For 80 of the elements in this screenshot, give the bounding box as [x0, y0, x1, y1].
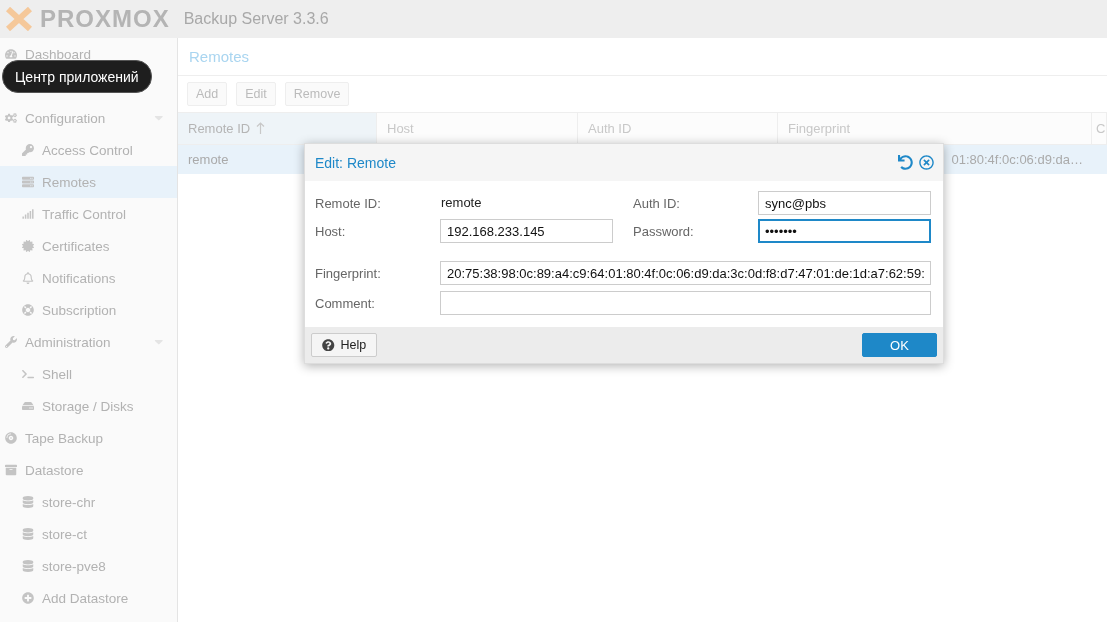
- sidebar-item-icon: [22, 528, 36, 540]
- reset-icon[interactable]: [898, 155, 913, 170]
- sidebar-item[interactable]: Storage / Disks: [0, 390, 177, 422]
- table-cell: remote: [188, 152, 229, 167]
- sidebar-item[interactable]: Datastore: [0, 454, 177, 486]
- sidebar-item[interactable]: Remotes: [0, 166, 177, 198]
- sidebar-item[interactable]: Tape Backup: [0, 422, 177, 454]
- sidebar-item[interactable]: Add Datastore: [0, 582, 177, 614]
- sidebar-item-label: Datastore: [25, 462, 84, 478]
- sidebar-item-label: Configuration: [25, 110, 106, 126]
- sidebar-item-icon: [5, 432, 19, 444]
- sidebar-item-label: Tape Backup: [25, 430, 104, 446]
- sidebar-item-label: Remotes: [42, 174, 97, 190]
- sidebar-item[interactable]: Notifications: [0, 262, 177, 294]
- sidebar-item-label: Administration: [25, 334, 111, 350]
- field-label: Comment:: [315, 295, 376, 311]
- sidebar-item[interactable]: Shell: [0, 358, 177, 390]
- help-icon: [322, 338, 335, 352]
- ok-button[interactable]: OK: [862, 333, 937, 357]
- sidebar-item[interactable]: Certificates: [0, 230, 177, 262]
- help-button[interactable]: Help: [311, 333, 378, 357]
- column-header[interactable]: Remote ID: [178, 113, 377, 144]
- sidebar-item-label: store-ct: [42, 526, 87, 542]
- sidebar-item-icon: [22, 144, 36, 156]
- field-label: Host:: [315, 223, 347, 239]
- sidebar-item[interactable]: Configuration: [0, 102, 177, 134]
- sidebar-item[interactable]: store-ct: [0, 518, 177, 550]
- sidebar-item-icon: [5, 48, 19, 60]
- sidebar-item-label: Dashboard: [25, 46, 92, 62]
- sidebar-item-label: Subscription: [42, 302, 117, 318]
- sidebar-item[interactable]: store-chr: [0, 486, 177, 518]
- sidebar-item[interactable]: Access Control: [0, 134, 177, 166]
- input-field[interactable]: •••••••: [758, 219, 931, 243]
- sidebar-item-icon: [22, 176, 36, 188]
- sidebar-item[interactable]: store-pve8: [0, 550, 177, 582]
- field-label: Auth ID:: [633, 195, 681, 211]
- sidebar-item-label: store-pve8: [42, 558, 106, 574]
- sidebar-item-icon: [22, 240, 36, 252]
- input-field[interactable]: [440, 291, 931, 315]
- sidebar-item-icon: [5, 112, 19, 124]
- panel-title: Remotes: [178, 38, 1107, 76]
- sidebar-item-label: Shell: [42, 366, 73, 382]
- sidebar-item-label: Access Control: [42, 142, 133, 158]
- logo-text: PROXMOX: [40, 5, 170, 33]
- sidebar-item-label: Storage / Disks: [42, 398, 134, 414]
- toolbar-button[interactable]: Edit: [236, 82, 276, 106]
- sidebar-item-label: store-chr: [42, 494, 96, 510]
- toolbar-button[interactable]: Remove: [284, 82, 350, 106]
- dialog-title: Edit: Remote: [315, 154, 397, 171]
- sidebar-item[interactable]: Administration: [0, 326, 177, 358]
- sidebar-item-icon: [22, 560, 36, 572]
- logo-x-icon: [6, 7, 32, 31]
- sidebar-item-icon: [22, 400, 36, 412]
- sidebar-item-label: Add Datastore: [42, 590, 129, 606]
- sidebar-item[interactable]: Traffic Control: [0, 198, 177, 230]
- sidebar-item-label: Traffic Control: [42, 206, 127, 222]
- sidebar-item-icon: [22, 592, 36, 604]
- field-label: Fingerprint:: [315, 265, 382, 281]
- sidebar-item-icon: [5, 336, 19, 348]
- sidebar-item[interactable]: Subscription: [0, 294, 177, 326]
- sort-arrow-icon: [256, 122, 266, 135]
- sidebar-item-label: Notifications: [42, 270, 116, 286]
- sidebar-item-icon: [5, 464, 19, 476]
- sidebar-item-icon: [22, 272, 36, 284]
- input-field[interactable]: sync@pbs: [758, 191, 931, 215]
- input-field[interactable]: 20:75:38:98:0c:89:a4:c9:64:01:80:4f:0c:06:d9:da:3c:0d:f8:d7:47:01:de:1d:a7:62:59:: [440, 261, 931, 285]
- sidebar-item-icon: [22, 496, 36, 508]
- tooltip: Центр приложений: [2, 60, 152, 93]
- sidebar-item-icon: [22, 368, 36, 380]
- field-label: Remote ID:: [315, 195, 382, 211]
- close-icon[interactable]: [919, 155, 934, 170]
- table-cell: 01:80:4f:0c:06:d9:da…: [951, 152, 1083, 167]
- sidebar-item-label: Certificates: [42, 238, 110, 254]
- toolbar-button[interactable]: Add: [187, 82, 228, 106]
- field-value: remote: [440, 195, 482, 211]
- input-field[interactable]: 192.168.233.145: [440, 219, 613, 243]
- sidebar-item-icon: [22, 208, 36, 220]
- product-title: Backup Server 3.3.6: [183, 10, 329, 28]
- field-label: Password:: [633, 223, 695, 239]
- sidebar-item-icon: [22, 304, 36, 316]
